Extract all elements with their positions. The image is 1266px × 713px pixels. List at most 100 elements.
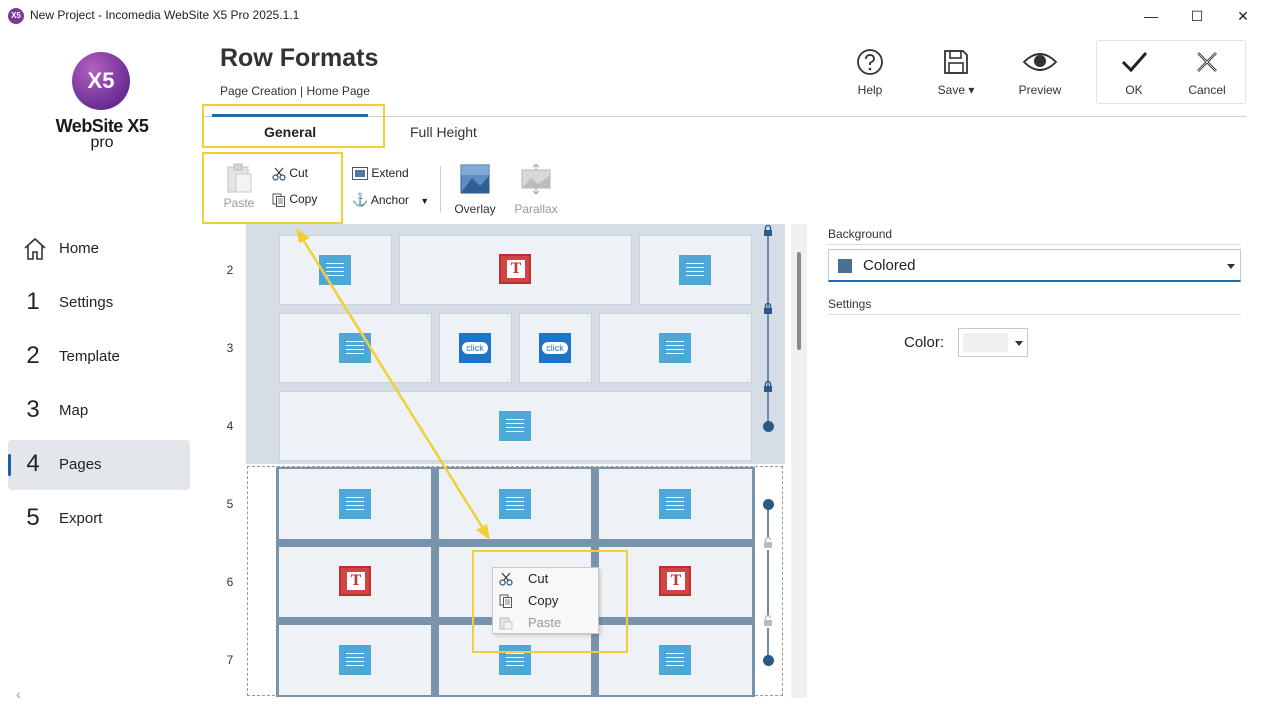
extend-label: Extend (371, 166, 409, 180)
checkmark-icon (1120, 48, 1148, 76)
nav-label: Pages (59, 456, 102, 473)
copy-icon (499, 594, 513, 608)
text-object-icon[interactable] (659, 333, 691, 363)
text-object-icon[interactable] (339, 645, 371, 675)
nav-number: 3 (26, 396, 40, 423)
help-button[interactable]: Help (838, 44, 902, 104)
paste-icon (499, 616, 513, 630)
text-object-icon[interactable] (659, 489, 691, 519)
nav-label: Export (59, 510, 103, 527)
row-number: 6 (226, 575, 234, 589)
tab-full-height[interactable]: Full Height (410, 124, 477, 140)
section-divider (828, 314, 1241, 315)
help-icon (856, 48, 884, 76)
anchor-dropdown[interactable]: ⚓ Anchor ▼ (352, 192, 429, 208)
page-title: Row Formats (220, 44, 379, 72)
nav-item-export[interactable]: 5 Export (8, 494, 190, 544)
cancel-button[interactable]: Cancel (1175, 44, 1239, 104)
maximize-button[interactable]: ☐ (1174, 0, 1220, 32)
text-object-icon[interactable] (679, 255, 711, 285)
nav-item-pages[interactable]: 4 Pages (8, 440, 190, 490)
context-menu-label: Cut (528, 571, 549, 586)
logo-badge: X5 (72, 52, 130, 110)
lock-icon[interactable] (763, 381, 773, 392)
help-label: Help (857, 83, 883, 97)
title-object-icon[interactable]: T (659, 566, 691, 596)
lock-icon[interactable] (763, 303, 773, 314)
row-link-track (767, 504, 769, 660)
text-object-icon[interactable] (659, 645, 691, 675)
context-menu-cut[interactable]: Cut (493, 568, 600, 590)
overlay-icon (460, 164, 490, 194)
app-logo: X5 WebSite X5 pro (52, 52, 152, 162)
minimize-button[interactable]: — (1128, 0, 1174, 32)
background-type-select[interactable]: Colored (828, 249, 1241, 282)
title-object-icon[interactable]: T (339, 566, 371, 596)
app-icon: X5 (8, 8, 24, 24)
background-section-label: Background (828, 227, 893, 241)
title-bar: X5 New Project - Incomedia WebSite X5 Pr… (0, 0, 1266, 32)
row-start-dot-icon (763, 499, 774, 510)
ribbon-separator (440, 166, 441, 212)
nav-label: Settings (59, 294, 114, 311)
text-object-icon[interactable] (499, 411, 531, 441)
nav-label: Map (59, 402, 89, 419)
row-number: 4 (226, 419, 234, 433)
overlay-button[interactable]: Overlay (452, 164, 498, 216)
nav-label: Home (59, 240, 100, 257)
parallax-icon (521, 164, 551, 194)
window-title: New Project - Incomedia WebSite X5 Pro 2… (30, 8, 300, 22)
background-color-swatch (838, 259, 852, 273)
context-menu-label: Copy (528, 593, 559, 608)
row-number: 3 (226, 341, 234, 355)
color-label: Color: (904, 334, 945, 351)
nav-item-template[interactable]: 2 Template (8, 332, 190, 382)
logo-subtext: pro (90, 134, 114, 151)
general-tab-highlight (202, 104, 385, 148)
nav-number: 2 (26, 342, 40, 369)
background-type-value: Colored (863, 257, 916, 274)
button-object-icon[interactable]: click (539, 333, 571, 363)
unlock-icon[interactable] (763, 615, 773, 628)
settings-section-label: Settings (828, 297, 872, 311)
ok-label: OK (1125, 83, 1143, 97)
nav-label: Template (59, 348, 120, 365)
chevron-down-icon (1015, 341, 1023, 346)
nav-item-map[interactable]: 3 Map (8, 386, 190, 436)
ok-button[interactable]: OK (1102, 44, 1166, 104)
row-end-dot-icon (763, 655, 774, 666)
save-label: Save ▾ (937, 83, 975, 97)
context-menu-copy[interactable]: Copy (493, 590, 600, 612)
title-object-icon[interactable]: T (499, 254, 531, 284)
context-menu-label: Paste (528, 615, 562, 630)
extend-button[interactable]: Extend (352, 166, 409, 181)
unlock-icon[interactable] (763, 537, 773, 550)
chevron-down-icon (1227, 264, 1235, 269)
breadcrumb: Page Creation | Home Page (220, 84, 370, 98)
text-object-icon[interactable] (499, 489, 531, 519)
collapse-sidebar-icon[interactable]: ‹ (16, 686, 21, 702)
scrollbar-thumb[interactable] (797, 252, 801, 350)
save-button[interactable]: Save ▾ (924, 44, 988, 104)
overlay-label: Overlay (454, 202, 496, 216)
parallax-label: Parallax (514, 202, 558, 216)
active-indicator (8, 454, 11, 476)
nav-item-home[interactable]: Home (8, 224, 190, 274)
nav-item-settings[interactable]: 1 Settings (8, 278, 190, 328)
section-divider (828, 244, 1241, 245)
close-window-button[interactable]: ✕ (1220, 0, 1266, 32)
color-picker[interactable] (958, 328, 1028, 357)
parallax-button[interactable]: Parallax (512, 164, 560, 216)
row-end-dot-icon (763, 421, 774, 432)
home-icon (22, 236, 46, 262)
row-number: 2 (226, 263, 234, 277)
preview-button[interactable]: Preview (1008, 44, 1072, 104)
close-icon (1193, 48, 1221, 76)
clipboard-group-highlight (202, 152, 343, 224)
scissors-icon (499, 572, 513, 586)
chevron-down-icon: ▼ (420, 196, 430, 206)
anchor-icon: ⚓ (352, 192, 369, 207)
lock-icon[interactable] (763, 225, 773, 236)
context-menu-paste[interactable]: Paste (493, 612, 600, 634)
eye-icon (1022, 48, 1058, 76)
